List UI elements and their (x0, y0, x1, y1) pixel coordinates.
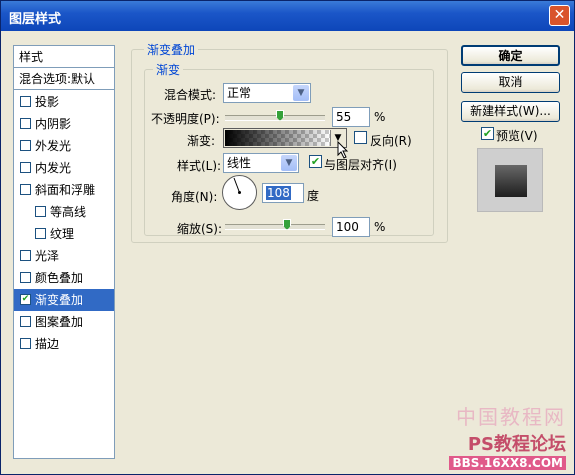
style-item-satin[interactable]: 光泽 (14, 245, 114, 267)
style-checkbox[interactable] (20, 140, 31, 151)
scale-unit: % (374, 220, 386, 234)
gradient-label: 渐变: (187, 134, 216, 148)
cancel-button[interactable]: 取消 (461, 72, 560, 93)
style-list-header[interactable]: 样式 (14, 46, 114, 68)
style-checkbox[interactable] (20, 184, 31, 195)
style-checkbox[interactable] (20, 250, 31, 261)
watermark-line-2: PS教程论坛 (467, 434, 566, 455)
style-checkbox[interactable] (20, 316, 31, 327)
style-list: 样式 混合选项:默认 投影 内阴影 外发光 内发光 斜面和浮雕 等高线 纹理 光… (13, 45, 115, 459)
preview-thumbnail (495, 165, 527, 197)
style-item-color-overlay[interactable]: 颜色叠加 (14, 267, 114, 289)
layer-style-dialog: 图层样式 ✕ 样式 混合选项:默认 投影 内阴影 外发光 内发光 斜面和浮雕 等… (0, 0, 575, 475)
align-with-layer-checkbox[interactable]: ✔ (309, 155, 322, 168)
watermark-line-3: BBS.16XX8.COM (449, 456, 566, 470)
style-checkbox[interactable] (20, 162, 31, 173)
blend-options-item[interactable]: 混合选项:默认 (14, 68, 114, 90)
style-checkbox[interactable] (20, 96, 31, 107)
style-checkbox[interactable] (35, 228, 46, 239)
chevron-down-icon: ▼ (293, 85, 309, 101)
opacity-input[interactable]: 55 (332, 107, 370, 127)
style-item-inner-glow[interactable]: 内发光 (14, 157, 114, 179)
opacity-unit: % (374, 110, 386, 124)
scale-input[interactable]: 100 (332, 217, 370, 237)
style-item-contour[interactable]: 等高线 (14, 201, 114, 223)
mouse-cursor-icon (337, 141, 349, 159)
gradient-overlay-title: 渐变叠加 (144, 41, 199, 58)
scale-label: 缩放(S): (177, 222, 223, 236)
style-item-inner-shadow[interactable]: 内阴影 (14, 113, 114, 135)
opacity-label: 不透明度(P): (151, 112, 220, 126)
style-item-outer-glow[interactable]: 外发光 (14, 135, 114, 157)
angle-dial[interactable] (222, 175, 257, 210)
title-bar[interactable]: 图层样式 ✕ (1, 1, 574, 31)
style-item-texture[interactable]: 纹理 (14, 223, 114, 245)
reverse-label: 反向(R) (370, 134, 412, 148)
gradient-group-title: 渐变 (153, 61, 184, 78)
style-checkbox[interactable] (20, 272, 31, 283)
style-item-gradient-overlay[interactable]: ✔ 渐变叠加 (14, 289, 114, 311)
style-checkbox[interactable] (20, 118, 31, 129)
style-item-drop-shadow[interactable]: 投影 (14, 91, 114, 113)
blend-mode-label: 混合模式: (164, 88, 217, 102)
gradient-picker[interactable]: ▼ (223, 128, 347, 148)
watermark: 中国教程网 PS教程论坛 BBS.16XX8.COM (449, 401, 566, 470)
blend-mode-select[interactable]: 正常 ▼ (223, 83, 311, 103)
angle-unit: 度 (307, 189, 320, 203)
ok-button[interactable]: 确定 (461, 45, 560, 66)
preview-checkbox[interactable]: ✔ (481, 127, 494, 140)
style-item-stroke[interactable]: 描边 (14, 333, 114, 355)
new-style-button[interactable]: 新建样式(W)... (461, 101, 560, 122)
close-icon: ✕ (553, 7, 566, 23)
reverse-checkbox[interactable] (354, 131, 367, 144)
chevron-down-icon: ▼ (281, 155, 297, 171)
preview-label: 预览(V) (496, 129, 538, 143)
style-item-bevel-emboss[interactable]: 斜面和浮雕 (14, 179, 114, 201)
style-checkbox[interactable]: ✔ (20, 294, 31, 305)
align-with-layer-label: 与图层对齐(I) (324, 158, 397, 172)
gradient-swatch[interactable] (225, 130, 330, 146)
window-title: 图层样式 (9, 12, 62, 27)
scale-slider-thumb[interactable] (283, 219, 291, 230)
gradient-style-select[interactable]: 线性 ▼ (223, 153, 299, 173)
style-checkbox[interactable] (35, 206, 46, 217)
watermark-line-1: 中国教程网 (456, 405, 566, 429)
angle-input[interactable]: 108 (262, 183, 304, 203)
opacity-slider-thumb[interactable] (276, 110, 284, 121)
style-label: 样式(L): (177, 159, 222, 173)
scale-slider[interactable] (225, 219, 325, 230)
style-item-pattern-overlay[interactable]: 图案叠加 (14, 311, 114, 333)
opacity-slider[interactable] (225, 110, 325, 121)
style-preview (477, 148, 543, 212)
angle-label: 角度(N): (171, 190, 218, 204)
style-checkbox[interactable] (20, 338, 31, 349)
close-button[interactable]: ✕ (549, 5, 570, 26)
